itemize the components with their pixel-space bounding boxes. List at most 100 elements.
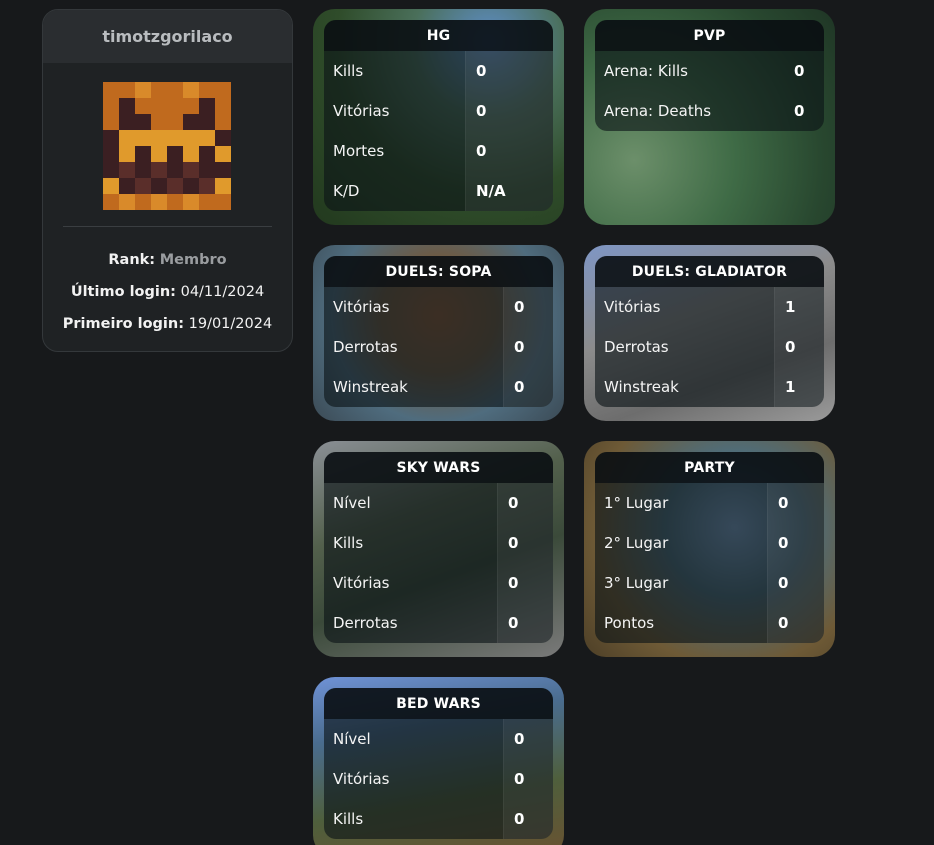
stat-row: Nível 0 xyxy=(324,483,553,523)
stat-label: Vitórias xyxy=(333,298,390,316)
stat-value: 0 xyxy=(503,327,553,367)
card-title: SKY WARS xyxy=(324,452,553,483)
username: timotzgorilaco xyxy=(102,27,233,46)
stat-value: 0 xyxy=(774,327,824,367)
stat-value: 0 xyxy=(767,483,824,523)
stat-value: 0 xyxy=(497,523,553,563)
stat-row: Kills 0 xyxy=(324,523,553,563)
stat-value: 0 xyxy=(794,102,805,120)
stat-value: 0 xyxy=(503,799,553,839)
stats-card-bed-wars: BED WARS Nível 0 Vitórias 0 Kills 0 xyxy=(313,677,564,845)
card-title: BED WARS xyxy=(324,688,553,719)
stat-row: Vitórias 0 xyxy=(324,287,553,327)
stat-label: Arena: Kills xyxy=(604,62,689,80)
card-title: PVP xyxy=(595,20,824,51)
stat-label: Pontos xyxy=(604,614,655,632)
stat-row: Arena: Deaths 0 xyxy=(595,91,824,131)
stat-label: Arena: Deaths xyxy=(604,102,712,120)
stat-row: 3° Lugar 0 xyxy=(595,563,824,603)
stats-table: BED WARS Nível 0 Vitórias 0 Kills 0 xyxy=(324,688,553,839)
stats-table: PARTY 1° Lugar 0 2° Lugar 0 3° Lugar 0 Pont… xyxy=(595,452,824,643)
stat-row: Kills 0 xyxy=(324,51,553,91)
first-login-value: 19/01/2024 xyxy=(188,316,273,332)
stats-table: PVP Arena: Kills 0 Arena: Deaths 0 xyxy=(595,20,824,131)
stats-card-duels-gladiator: DUELS: GLADIATOR Vitórias 1 Derrotas 0 Win… xyxy=(584,245,835,421)
stat-label: Vitórias xyxy=(604,298,661,316)
stat-row: K/D N/A xyxy=(324,171,553,211)
stat-row: Derrotas 0 xyxy=(324,327,553,367)
first-login-label: Primeiro login: xyxy=(62,316,185,332)
stat-row: Pontos 0 xyxy=(595,603,824,643)
stat-label: 1° Lugar xyxy=(604,494,669,512)
stats-card-pvp: PVP Arena: Kills 0 Arena: Deaths 0 xyxy=(584,9,835,225)
stat-label: Derrotas xyxy=(333,614,398,632)
stat-label: Mortes xyxy=(333,142,385,160)
last-login-value: 04/11/2024 xyxy=(180,284,265,300)
card-title: DUELS: GLADIATOR xyxy=(595,256,824,287)
stat-row: 2° Lugar 0 xyxy=(595,523,824,563)
rank-line: Rank: Membro xyxy=(43,244,292,276)
stat-row: Mortes 0 xyxy=(324,131,553,171)
stat-row: Derrotas 0 xyxy=(324,603,553,643)
stats-table: DUELS: GLADIATOR Vitórias 1 Derrotas 0 Win… xyxy=(595,256,824,407)
card-title: DUELS: SOPA xyxy=(324,256,553,287)
first-login-line: Primeiro login: 19/01/2024 xyxy=(43,308,292,340)
card-title: PARTY xyxy=(595,452,824,483)
stat-value: 1 xyxy=(774,367,824,407)
stats-card-duels-sopa: DUELS: SOPA Vitórias 0 Derrotas 0 Winstrea… xyxy=(313,245,564,421)
rank-label: Rank: xyxy=(108,252,156,268)
stat-label: Vitórias xyxy=(333,102,390,120)
username-header: timotzgorilaco xyxy=(43,10,292,63)
stat-label: Kills xyxy=(333,534,364,552)
stat-label: Vitórias xyxy=(333,770,390,788)
stat-label: 3° Lugar xyxy=(604,574,669,592)
last-login-label: Último login: xyxy=(70,284,176,300)
stat-label: Nível xyxy=(333,494,371,512)
stat-label: Nível xyxy=(333,730,371,748)
stat-row: Vitórias 0 xyxy=(324,563,553,603)
player-skin-avatar xyxy=(103,82,231,210)
profile-divider xyxy=(63,226,272,227)
stat-value: 0 xyxy=(503,367,553,407)
stats-table: HG Kills 0 Vitórias 0 Mortes 0 K/D N/A xyxy=(324,20,553,211)
stats-card-party: PARTY 1° Lugar 0 2° Lugar 0 3° Lugar 0 Pont… xyxy=(584,441,835,657)
stat-value: 0 xyxy=(465,51,553,91)
stat-row: 1° Lugar 0 xyxy=(595,483,824,523)
stat-value: 0 xyxy=(503,287,553,327)
stat-value: 0 xyxy=(465,91,553,131)
stat-row: Nível 0 xyxy=(324,719,553,759)
stat-value: 1 xyxy=(774,287,824,327)
last-login-line: Último login: 04/11/2024 xyxy=(43,276,292,308)
stat-label: Winstreak xyxy=(333,378,408,396)
stat-value: 0 xyxy=(465,131,553,171)
stat-label: Derrotas xyxy=(333,338,398,356)
stat-row: Vitórias 1 xyxy=(595,287,824,327)
stat-row: Winstreak 0 xyxy=(324,367,553,407)
stat-label: Derrotas xyxy=(604,338,669,356)
stats-table: DUELS: SOPA Vitórias 0 Derrotas 0 Winstrea… xyxy=(324,256,553,407)
stat-value: N/A xyxy=(465,171,553,211)
player-profile-card: timotzgorilaco Rank: Membro Último login… xyxy=(42,9,293,352)
stat-row: Derrotas 0 xyxy=(595,327,824,367)
stat-value: 0 xyxy=(497,603,553,643)
stat-row: Vitórias 0 xyxy=(324,759,553,799)
stat-value: 0 xyxy=(497,563,553,603)
stat-value: 0 xyxy=(503,759,553,799)
stat-row: Vitórias 0 xyxy=(324,91,553,131)
stats-card-hg: HG Kills 0 Vitórias 0 Mortes 0 K/D N/A xyxy=(313,9,564,225)
stat-label: Vitórias xyxy=(333,574,390,592)
stat-label: 2° Lugar xyxy=(604,534,669,552)
stat-row: Arena: Kills 0 xyxy=(595,51,824,91)
stat-label: K/D xyxy=(333,182,360,200)
stat-value: 0 xyxy=(767,523,824,563)
stat-value: 0 xyxy=(767,603,824,643)
stats-table: SKY WARS Nível 0 Kills 0 Vitórias 0 Derrota… xyxy=(324,452,553,643)
stat-value: 0 xyxy=(767,563,824,603)
stat-value: 0 xyxy=(794,62,805,80)
stat-value: 0 xyxy=(497,483,553,523)
stat-label: Kills xyxy=(333,62,364,80)
stat-row: Kills 0 xyxy=(324,799,553,839)
profile-info: Rank: Membro Último login: 04/11/2024 Pr… xyxy=(43,244,292,340)
stat-label: Winstreak xyxy=(604,378,679,396)
rank-value: Membro xyxy=(159,252,227,268)
